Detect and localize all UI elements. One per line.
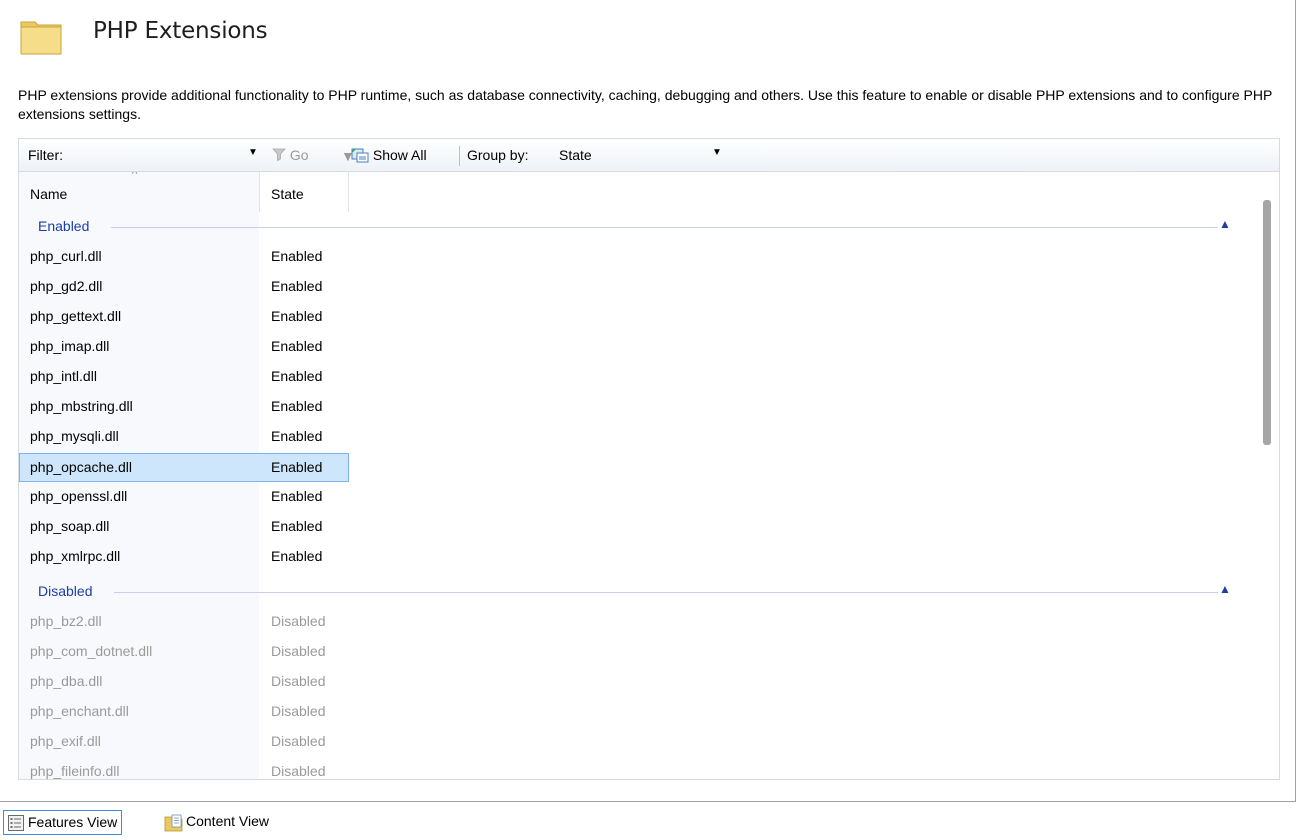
cell-state: Enabled (271, 278, 323, 294)
show-all-icon (351, 148, 369, 163)
table-row[interactable]: php_openssl.dll Enabled (19, 482, 349, 512)
cell-name: php_exif.dll (30, 733, 101, 749)
cell-state: Disabled (271, 643, 326, 659)
sort-ascending-icon: ^ (132, 172, 138, 180)
cell-state: Enabled (271, 428, 323, 444)
cell-name: php_fileinfo.dll (30, 763, 120, 779)
cell-name: php_mbstring.dll (30, 398, 133, 414)
cell-name: php_openssl.dll (30, 488, 128, 504)
group-header-enabled[interactable]: Enabled ▲ (19, 212, 1234, 242)
vertical-scrollbar-thumb[interactable] (1263, 200, 1271, 445)
group-by-label: Group by: (467, 147, 529, 163)
group-by-select[interactable]: State (559, 147, 719, 163)
table-row[interactable]: php_fileinfo.dll Disabled (19, 757, 349, 779)
table-row[interactable]: php_gettext.dll Enabled (19, 302, 349, 332)
show-all-label: Show All (372, 147, 427, 163)
group-divider-line (111, 227, 1218, 228)
table-row[interactable]: php_bz2.dll Disabled (19, 607, 349, 637)
cell-name: php_opcache.dll (30, 459, 132, 475)
cell-name: php_com_dotnet.dll (30, 643, 153, 659)
cell-state: Enabled (271, 398, 323, 414)
features-view-icon (8, 815, 24, 831)
table-row[interactable]: php_com_dotnet.dll Disabled (19, 637, 349, 667)
tab-label: Features View (28, 814, 118, 830)
table-row[interactable]: php_soap.dll Enabled (19, 512, 349, 542)
table-row[interactable]: php_dba.dll Disabled (19, 667, 349, 697)
table-row-selected[interactable]: php_opcache.dll Enabled (19, 453, 349, 482)
go-button[interactable]: Go (272, 147, 309, 163)
features-panel: PHP Extensions PHP extensions provide ad… (0, 0, 1296, 802)
table-row[interactable]: php_mysqli.dll Enabled (19, 422, 349, 452)
table-row[interactable]: php_mbstring.dll Enabled (19, 392, 349, 422)
filter-dropdown-arrow-icon[interactable]: ▼ (248, 147, 258, 158)
filter-label: Filter: (28, 147, 63, 163)
cell-state: Disabled (271, 733, 326, 749)
cell-state: Enabled (271, 548, 323, 564)
group-divider-line (114, 592, 1218, 593)
table-row[interactable]: php_enchant.dll Disabled (19, 697, 349, 727)
page-title: PHP Extensions (93, 18, 268, 44)
table-row[interactable]: php_curl.dll Enabled (19, 242, 349, 272)
filter-input[interactable] (81, 142, 261, 170)
folder-icon (20, 21, 62, 55)
cell-name: php_dba.dll (30, 673, 103, 689)
cell-name: php_soap.dll (30, 518, 110, 534)
cell-state: Enabled (271, 488, 323, 504)
cell-name: php_enchant.dll (30, 703, 129, 719)
cell-name: php_intl.dll (30, 368, 97, 384)
cell-name: php_gd2.dll (30, 278, 103, 294)
cell-name: php_imap.dll (30, 338, 110, 354)
filter-toolbar: Filter: ▼ Go ▼ Show All Group by: State … (18, 138, 1280, 172)
cell-name: php_gettext.dll (30, 308, 122, 324)
cell-state: Enabled (271, 518, 323, 534)
cell-state: Enabled (271, 368, 323, 384)
table-row[interactable]: php_imap.dll Enabled (19, 332, 349, 362)
cell-state: Enabled (271, 248, 323, 264)
tab-label: Content View (186, 813, 270, 829)
cell-name: php_mysqli.dll (30, 428, 119, 444)
column-divider[interactable] (348, 172, 349, 212)
column-header-name[interactable]: Name (30, 186, 67, 202)
group-label: Disabled (38, 583, 93, 599)
cell-state: Disabled (271, 613, 326, 629)
cell-state: Disabled (271, 673, 326, 689)
funnel-icon (272, 148, 286, 162)
table-row[interactable]: php_xmlrpc.dll Enabled (19, 542, 349, 572)
cell-state: Disabled (271, 703, 326, 719)
group-by-dropdown-arrow-icon[interactable]: ▼ (712, 147, 722, 158)
extensions-list[interactable]: ^ Name State Enabled ▲ php_curl.dll Enab… (18, 172, 1280, 780)
cell-name: php_curl.dll (30, 248, 102, 264)
cell-state: Enabled (271, 459, 323, 475)
content-view-icon (164, 814, 183, 832)
column-divider[interactable] (259, 172, 260, 212)
group-label: Enabled (38, 218, 90, 234)
cell-state: Enabled (271, 338, 323, 354)
cell-state: Disabled (271, 763, 326, 779)
cell-name: php_bz2.dll (30, 613, 102, 629)
table-row[interactable]: php_gd2.dll Enabled (19, 272, 349, 302)
tab-content-view[interactable]: Content View (160, 810, 273, 835)
page-description: PHP extensions provide additional functi… (18, 87, 1273, 122)
go-label: Go (289, 147, 309, 163)
cell-name: php_xmlrpc.dll (30, 548, 121, 564)
column-header-state[interactable]: State (271, 186, 304, 202)
table-row[interactable]: php_exif.dll Disabled (19, 727, 349, 757)
show-all-button[interactable]: Show All (351, 147, 427, 163)
group-header-disabled[interactable]: Disabled ▲ (19, 577, 1234, 607)
cell-state: Enabled (271, 308, 323, 324)
tab-features-view[interactable]: Features View (3, 810, 123, 835)
collapse-chevron-icon[interactable]: ▲ (1219, 217, 1231, 231)
collapse-chevron-icon[interactable]: ▲ (1219, 582, 1231, 596)
table-row[interactable]: php_intl.dll Enabled (19, 362, 349, 392)
toolbar-separator (459, 146, 460, 166)
